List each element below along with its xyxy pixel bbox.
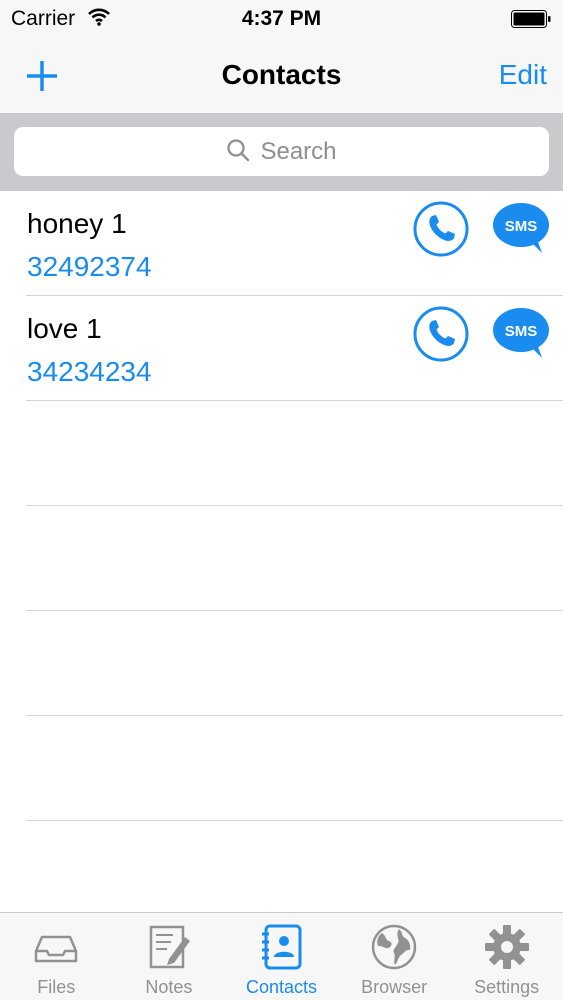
- tab-label: Settings: [474, 977, 540, 997]
- search-input[interactable]: Search: [14, 127, 549, 176]
- note-pencil-icon: [149, 925, 190, 969]
- address-book-icon: [262, 924, 302, 970]
- sms-button[interactable]: SMS: [492, 201, 550, 255]
- search-bar: Search: [0, 113, 563, 191]
- edit-button[interactable]: Edit: [499, 59, 547, 91]
- gear-icon: [484, 925, 529, 969]
- tab-label: Browser: [361, 977, 428, 997]
- call-button[interactable]: [413, 201, 469, 257]
- tab-label: Notes: [145, 977, 193, 997]
- sms-badge-text: SMS: [505, 323, 538, 340]
- contacts-list: honey 1 32492374 SMS love 1 34234234 SMS: [0, 191, 563, 821]
- navigation-bar: Contacts Edit: [0, 40, 563, 113]
- sms-bubble-icon: SMS: [493, 308, 549, 358]
- clock: 4:37 PM: [241, 7, 322, 30]
- sms-bubble-icon: SMS: [493, 203, 549, 253]
- tab-contacts[interactable]: Contacts: [225, 913, 338, 1000]
- empty-row: [26, 611, 563, 716]
- contact-row[interactable]: honey 1 32492374 SMS: [26, 191, 563, 296]
- page-title: Contacts: [221, 59, 342, 90]
- status-bar: Carrier 4:37 PM: [0, 0, 563, 40]
- empty-row: [26, 401, 563, 506]
- tab-notes[interactable]: Notes: [113, 913, 226, 1000]
- contact-number[interactable]: 32492374: [27, 251, 152, 283]
- tab-browser[interactable]: Browser: [338, 913, 451, 1000]
- tab-label: Contacts: [245, 977, 317, 997]
- tab-label: Files: [37, 977, 76, 997]
- contact-name: love 1: [27, 313, 102, 344]
- sms-badge-text: SMS: [505, 218, 538, 235]
- contact-number[interactable]: 34234234: [27, 356, 152, 388]
- search-icon: [227, 139, 250, 162]
- globe-icon: [371, 924, 417, 970]
- phone-icon: [413, 306, 469, 362]
- tab-settings[interactable]: Settings: [450, 913, 563, 1000]
- search-placeholder: Search: [260, 138, 337, 165]
- tab-bar: Files Notes Contacts Browser Settings: [0, 912, 563, 1000]
- tray-icon: [35, 935, 78, 963]
- tab-files[interactable]: Files: [0, 913, 113, 1000]
- contact-name: honey 1: [27, 208, 127, 239]
- sms-button[interactable]: SMS: [492, 306, 550, 360]
- call-button[interactable]: [413, 306, 469, 362]
- contact-row[interactable]: love 1 34234234 SMS: [26, 296, 563, 401]
- battery-icon: [511, 10, 551, 28]
- empty-row: [26, 506, 563, 611]
- empty-row: [26, 716, 563, 821]
- phone-icon: [413, 201, 469, 257]
